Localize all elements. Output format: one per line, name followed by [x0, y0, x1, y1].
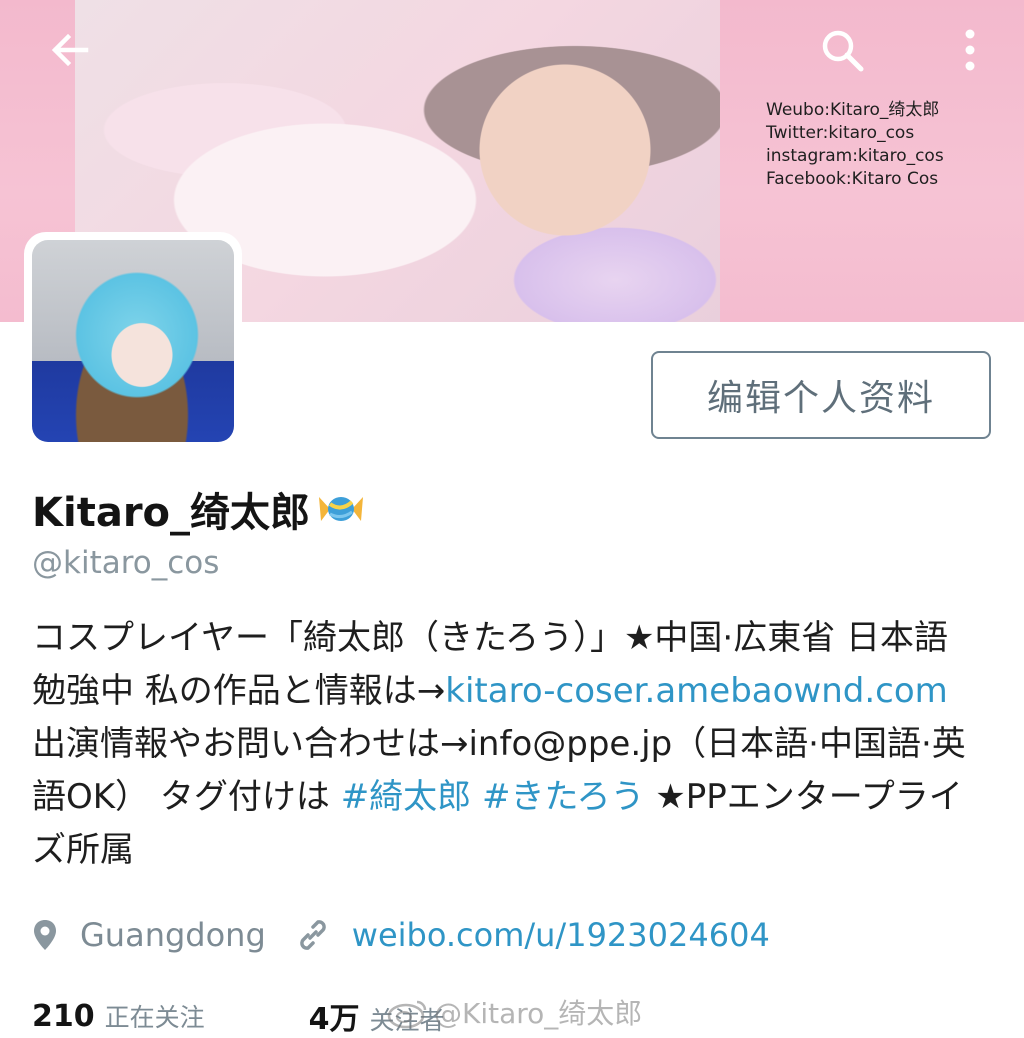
profile-meta: Guangdong weibo.com/u/1923024604	[32, 910, 992, 960]
bio-separator	[471, 777, 482, 817]
more-vertical-icon	[965, 29, 975, 71]
banner-social-line: Weubo:Kitaro_绮太郎	[766, 100, 940, 120]
profile-handle: @kitaro_cos	[32, 545, 220, 581]
profile-bio: コスプレイヤー「綺太郎（きたろう）」★中国·広東省 日本語勉強中 私の作品と情報…	[32, 612, 982, 877]
following-count: 210	[32, 999, 95, 1034]
banner-social-line: Facebook:Kitaro Cos	[766, 169, 939, 189]
link-icon	[296, 918, 330, 952]
candy-icon	[316, 487, 366, 531]
search-icon	[822, 30, 864, 72]
profile-display-name: Kitaro_绮太郎	[32, 480, 366, 538]
banner-social-line: instagram:kitaro_cos	[766, 146, 944, 166]
weibo-watermark: @Kitaro_绮太郎	[386, 992, 642, 1032]
hashtag-link[interactable]: #綺太郎	[341, 777, 472, 817]
weibo-logo-icon	[386, 996, 430, 1028]
following-stat[interactable]: 210 正在关注	[32, 998, 205, 1034]
following-label: 正在关注	[104, 1003, 205, 1032]
profile-location: Guangdong	[80, 916, 266, 954]
profile-website-link[interactable]: weibo.com/u/1923024604	[352, 916, 770, 954]
edit-profile-button[interactable]: 编辑个人资料	[651, 351, 991, 439]
avatar[interactable]	[32, 240, 234, 442]
banner-social-handles: Weubo:Kitaro_绮太郎 Twitter:kitaro_cos inst…	[766, 99, 1016, 191]
watermark-text: @Kitaro_绮太郎	[434, 997, 643, 1030]
more-options-button[interactable]	[940, 20, 1000, 80]
back-button[interactable]	[40, 20, 100, 80]
bio-website-link[interactable]: kitaro-coser.amebaownd.com	[445, 671, 947, 711]
search-button[interactable]	[812, 20, 872, 80]
hashtag-link[interactable]: #きたろう	[482, 777, 644, 817]
arrow-left-icon	[51, 33, 89, 67]
followers-count: 4万	[308, 1002, 360, 1037]
location-pin-icon	[32, 918, 58, 952]
banner-social-line: Twitter:kitaro_cos	[766, 123, 915, 143]
display-name-text: Kitaro_绮太郎	[32, 490, 311, 536]
